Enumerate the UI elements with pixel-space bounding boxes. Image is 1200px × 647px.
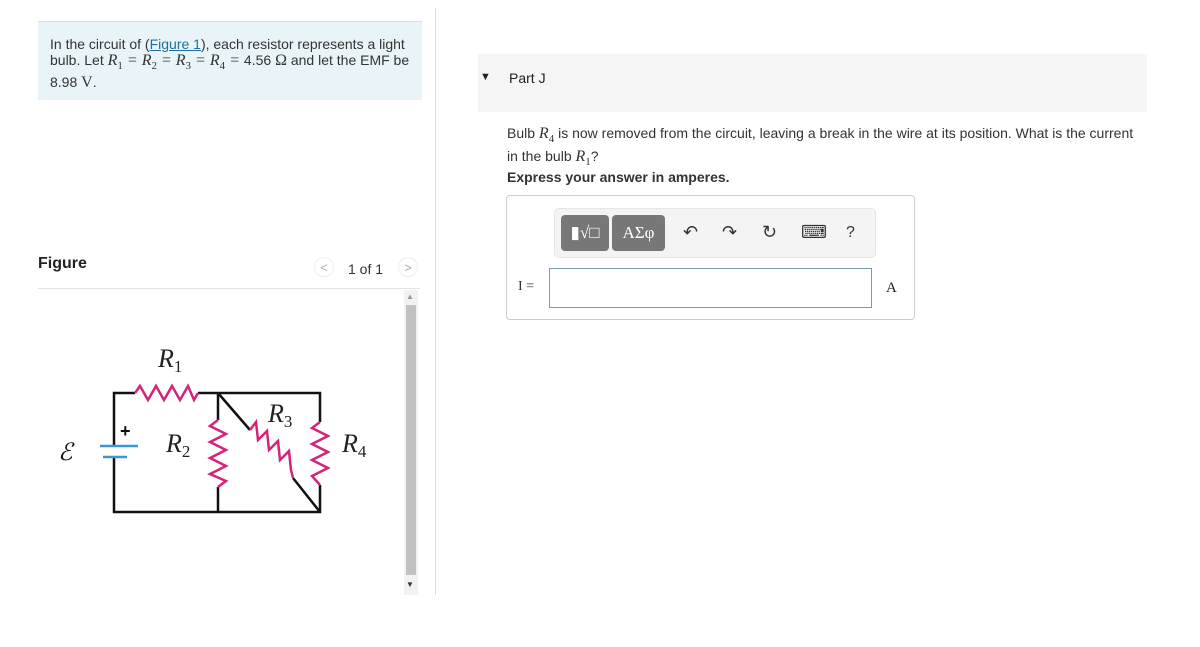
r2-label: R2 [165,429,190,461]
part-header[interactable] [478,54,1147,112]
scroll-down-icon[interactable]: ▼ [406,580,414,589]
undo-icon[interactable]: ↶ [683,222,698,243]
resistor-r4 [309,421,331,486]
symbols-button[interactable]: ΑΣφ [612,215,665,251]
input-label: I = [518,279,535,294]
battery [100,444,138,459]
scroll-up-icon[interactable]: ▲ [406,292,414,301]
r4-label: R4 [341,429,367,461]
help-icon[interactable]: ? [846,224,855,242]
emf-label: ℰ [58,440,75,466]
unit-label: A [886,280,897,296]
part-title: Part J [509,70,546,86]
question-text: Bulb R4 is now removed from the circuit,… [507,125,1134,169]
scrollbar-thumb[interactable] [406,305,416,575]
templates-button[interactable]: ▮√□ [561,215,609,251]
circuit-diagram: + ℰ R1 R2 R3 R4 [58,344,367,514]
plus-label: + [120,421,131,441]
answer-input[interactable] [549,268,872,308]
collapse-caret-icon[interactable]: ▼ [480,71,491,83]
next-figure-button[interactable]: > [398,257,418,277]
answer-instruction: Express your answer in amperes. [507,169,730,185]
keyboard-icon[interactable]: ⌨ [801,222,827,243]
reset-icon[interactable]: ↻ [762,222,777,243]
resistor-r2 [207,419,229,488]
resistor-r1 [133,383,200,403]
redo-icon[interactable]: ↷ [722,222,737,243]
r3-label: R3 [267,399,292,431]
panel-divider [435,8,436,595]
r1-label: R1 [157,344,182,376]
